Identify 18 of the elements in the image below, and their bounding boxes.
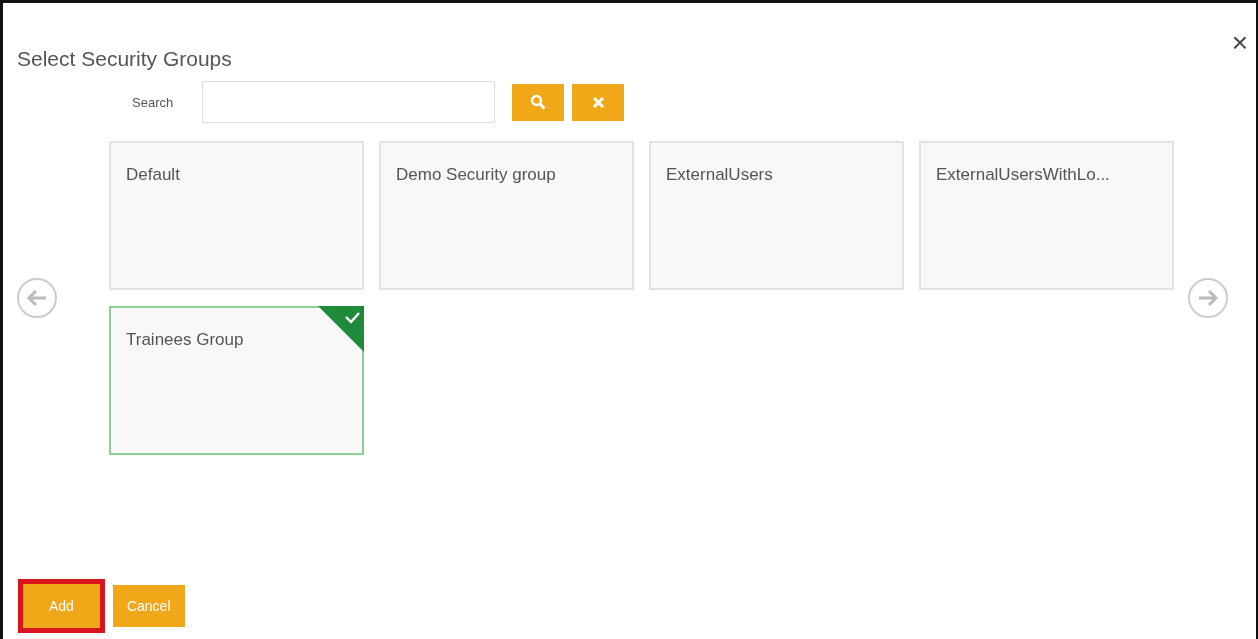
dialog-title: Select Security Groups xyxy=(17,47,233,71)
group-card[interactable]: Default xyxy=(109,141,364,290)
checkmark-icon xyxy=(318,306,364,352)
search-field[interactable] xyxy=(202,81,495,123)
close-button[interactable]: × xyxy=(1231,29,1248,57)
group-card[interactable]: ExternalUsersWithLo... xyxy=(919,141,1174,290)
search-button[interactable] xyxy=(512,83,564,121)
arrow-right-icon xyxy=(1197,289,1219,307)
previous-button[interactable] xyxy=(17,278,57,318)
arrow-left-icon xyxy=(26,289,48,307)
search-label: Search xyxy=(132,94,175,110)
clear-button[interactable] xyxy=(572,83,624,121)
group-card[interactable]: Demo Security group xyxy=(379,141,634,290)
group-card[interactable]: ExternalUsers xyxy=(649,141,904,290)
group-card[interactable]: Trainees Group xyxy=(109,306,364,455)
next-button[interactable] xyxy=(1188,278,1228,318)
search-icon xyxy=(530,94,546,110)
close-icon xyxy=(591,95,605,109)
